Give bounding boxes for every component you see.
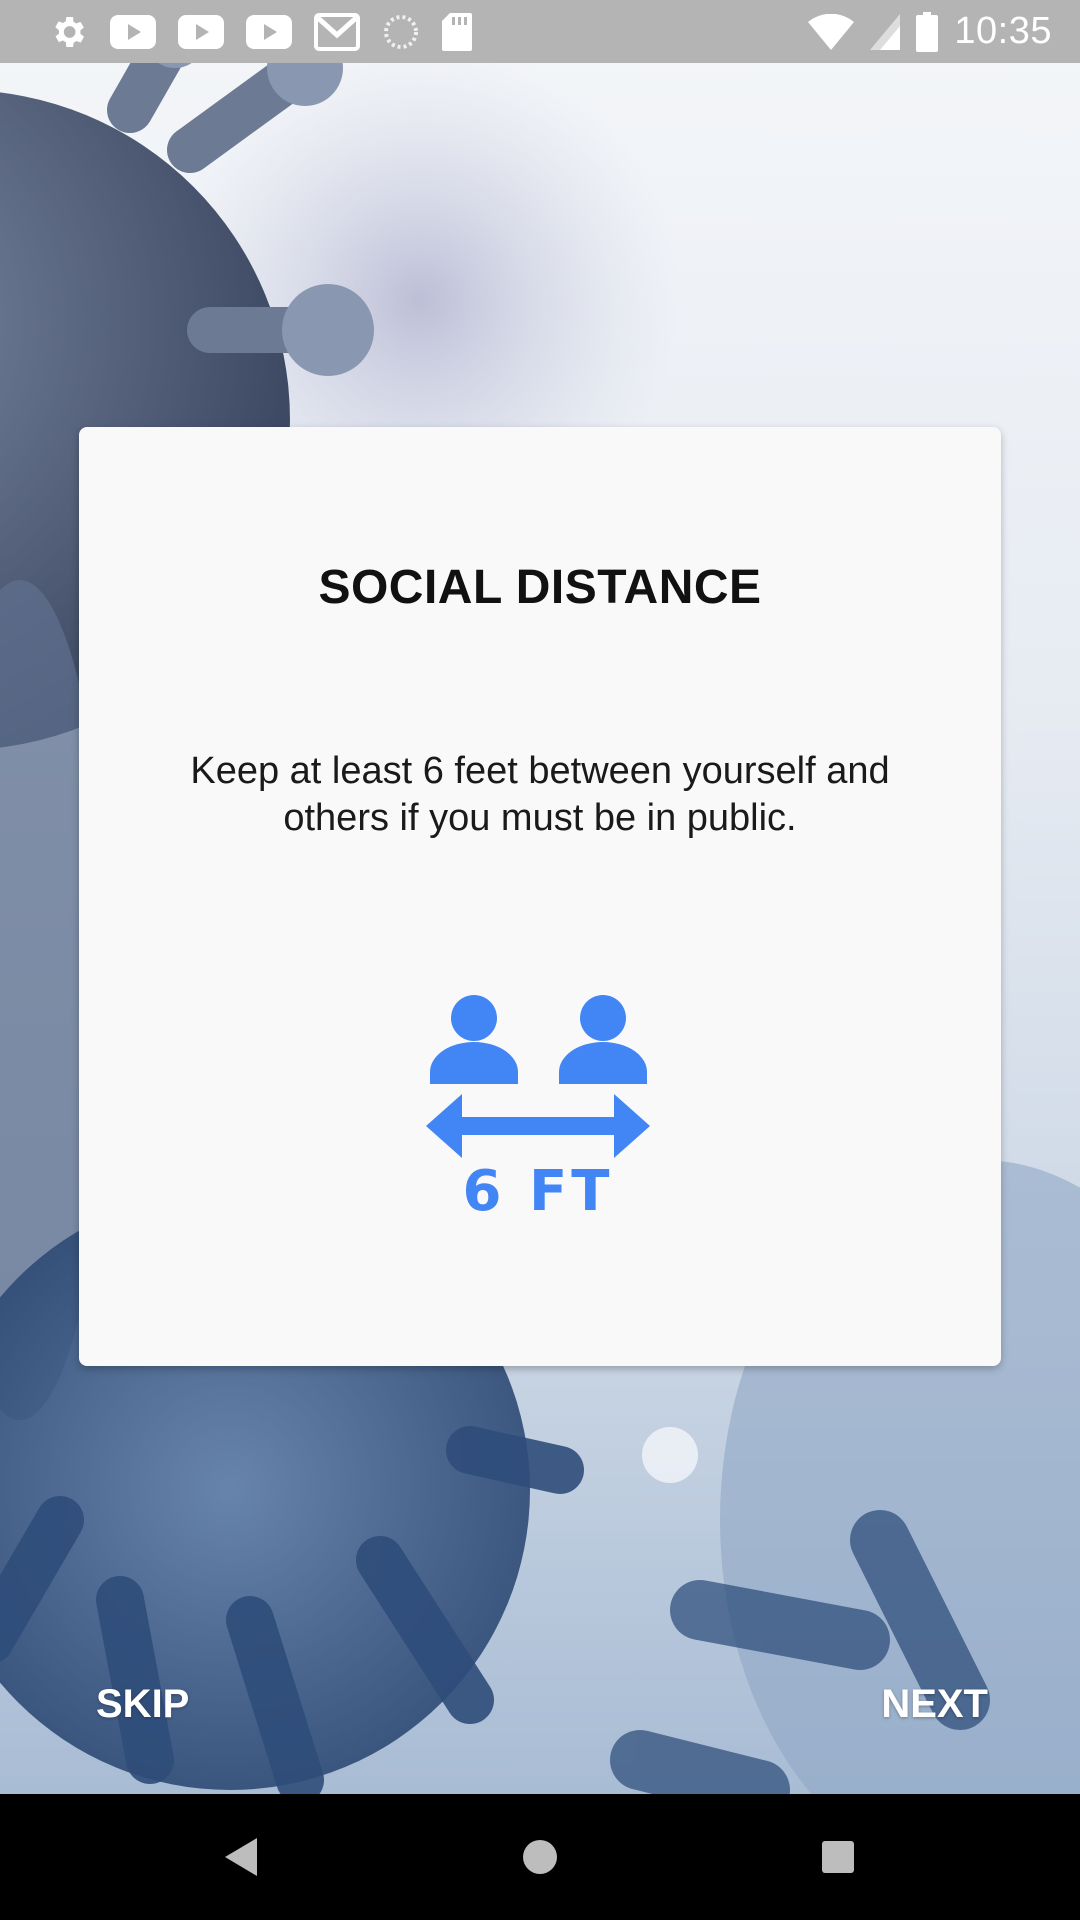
wifi-icon xyxy=(808,13,855,50)
social-distance-icon: 6 FT xyxy=(426,995,650,1222)
recents-icon xyxy=(822,1841,854,1873)
skip-button[interactable]: SKIP xyxy=(96,1682,189,1727)
home-icon xyxy=(523,1840,557,1874)
back-button[interactable] xyxy=(182,1794,302,1920)
signal-icon xyxy=(870,13,901,50)
next-button[interactable]: NEXT xyxy=(881,1682,988,1727)
loading-icon xyxy=(384,15,418,49)
card-title: SOCIAL DISTANCE xyxy=(318,561,762,614)
card-description: Keep at least 6 feet between yourself an… xyxy=(190,750,890,839)
youtube-icon xyxy=(110,15,156,49)
youtube-icon xyxy=(178,15,224,49)
status-bar: 10:35 xyxy=(0,0,1080,63)
gmail-icon xyxy=(314,13,360,51)
navigation-bar xyxy=(0,1794,1080,1920)
back-icon xyxy=(225,1838,257,1876)
clock: 10:35 xyxy=(954,10,1052,52)
home-button[interactable] xyxy=(480,1794,600,1920)
notification-icons xyxy=(48,10,472,54)
recents-button[interactable] xyxy=(778,1794,898,1920)
youtube-icon xyxy=(246,15,292,49)
distance-label: 6 FT xyxy=(463,1159,614,1222)
sd-card-icon xyxy=(442,13,472,51)
battery-icon xyxy=(916,11,939,52)
system-status: 10:35 xyxy=(808,0,1052,63)
gear-icon xyxy=(55,17,84,47)
